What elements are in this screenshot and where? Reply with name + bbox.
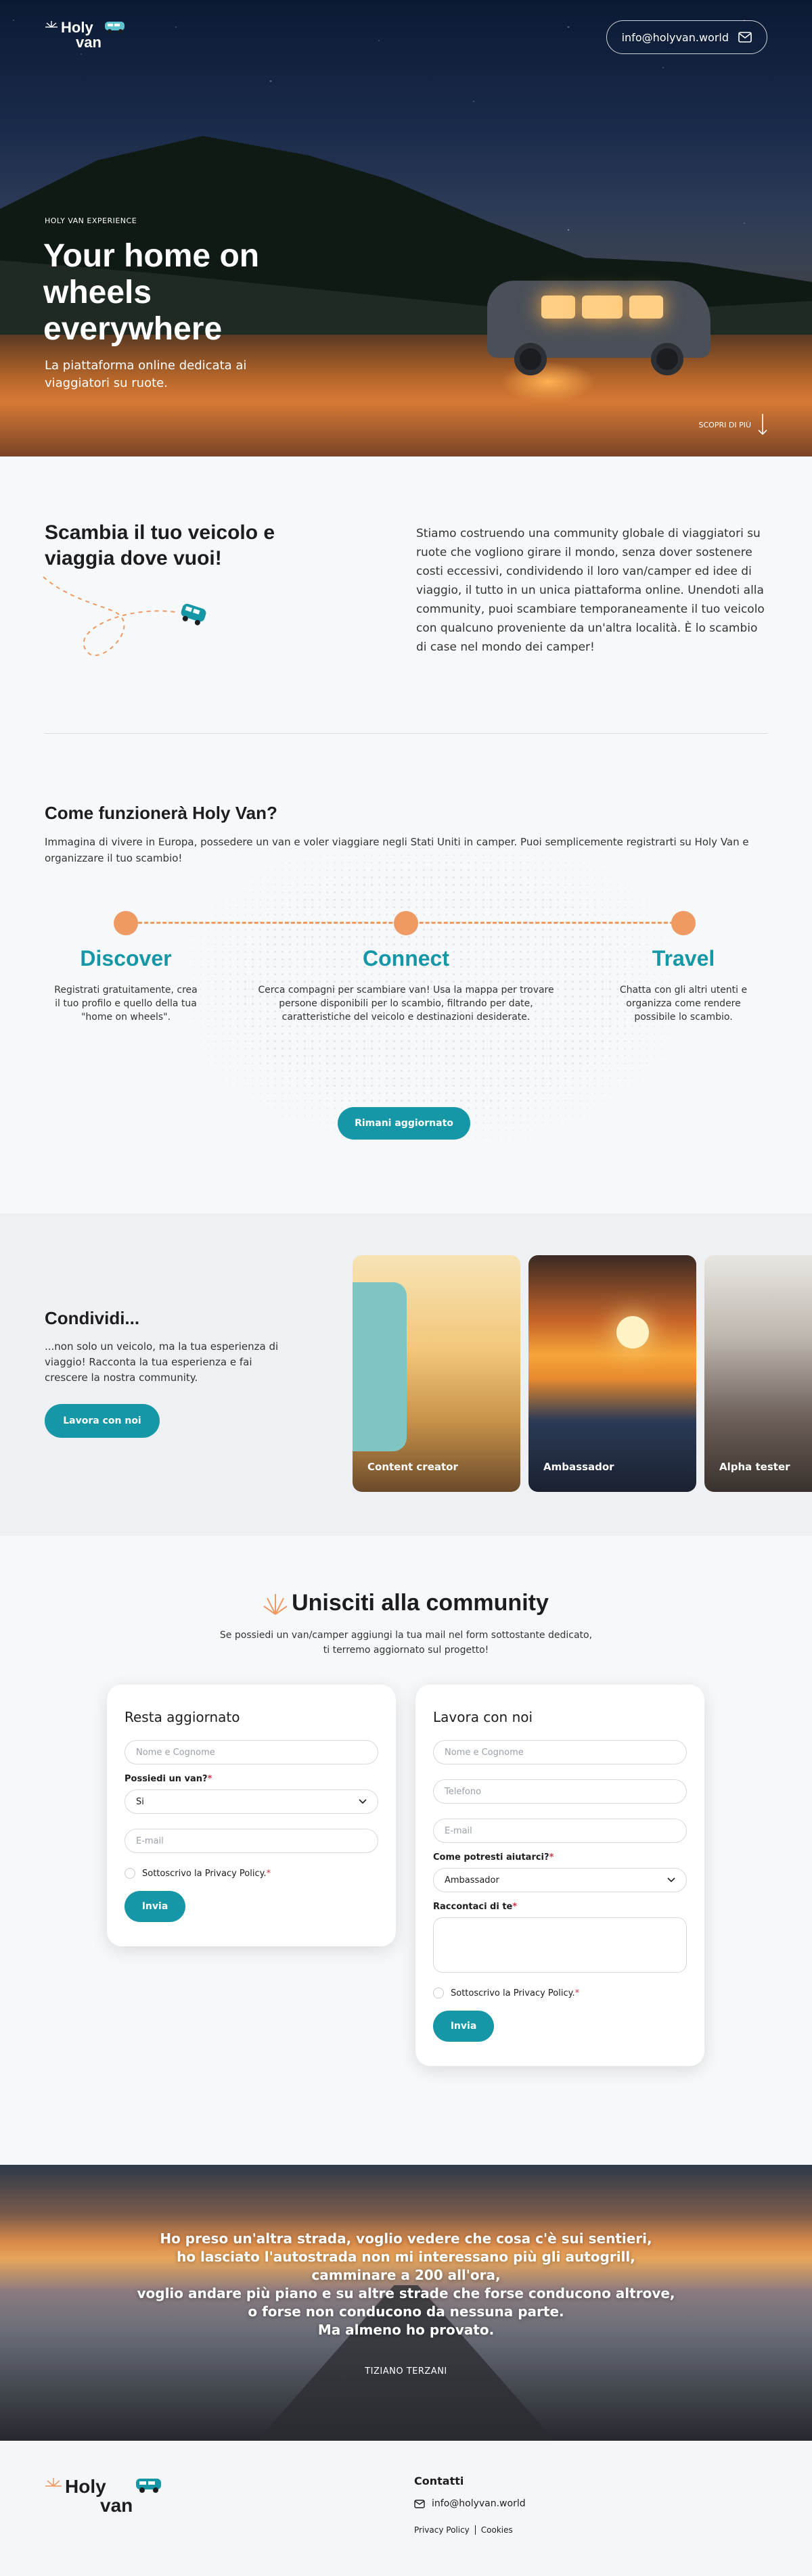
phone-input[interactable]: Telefono	[433, 1779, 687, 1804]
hero-title: Your home on wheels everywhere	[43, 238, 260, 347]
cookies-link[interactable]: Cookies	[481, 2525, 513, 2535]
email-input[interactable]: E-mail	[433, 1819, 687, 1843]
stay-updated-button[interactable]: Rimani aggiornato	[338, 1107, 470, 1140]
chevron-down-icon	[359, 1799, 367, 1804]
work-with-us-button[interactable]: Lavora con noi	[45, 1404, 160, 1438]
step-text: Registrati gratuitamente, crea il tuo pr…	[54, 985, 198, 1023]
dashed-route-illustration	[43, 576, 206, 656]
community-subtitle: Se possiedi un van/camper aggiungi la tu…	[219, 1629, 593, 1656]
hero-tagline: La piattaforma online dedicata ai viaggi…	[45, 358, 247, 390]
community-title: Unisciti alla community	[263, 1590, 549, 1616]
card-alpha-tester[interactable]: Alpha tester	[704, 1255, 812, 1492]
card-label: Alpha tester	[719, 1461, 790, 1473]
share-section: Condividi... ...non solo un veicolo, ma …	[0, 1213, 812, 1536]
email-input[interactable]: E-mail	[125, 1829, 378, 1853]
sunburst-icon	[45, 2478, 62, 2487]
exchange-body: Stiamo costruendo una community globale …	[416, 527, 765, 654]
logo-line2: van	[100, 2495, 133, 2516]
footer-email-link[interactable]: info@holyvan.world	[414, 2498, 526, 2509]
submit-button[interactable]: Invia	[125, 1891, 185, 1922]
van-icon	[104, 22, 125, 33]
how-section: Come funzionerà Holy Van? Immagina di vi…	[0, 749, 812, 1213]
card-label: Ambassador	[543, 1461, 614, 1473]
footer: Holy van Contatti info@holyvan.world Pri…	[0, 2441, 812, 2576]
hero-kicker: HOLY VAN EXPERIENCE	[45, 216, 137, 225]
work-with-us-form: Lavora con noi Nome e Cognome Telefono E…	[415, 1685, 704, 2066]
van-question-label: Possiedi un van?*	[125, 1774, 212, 1784]
section-divider	[45, 733, 767, 734]
step-dot	[394, 911, 418, 935]
help-question-label: Come potresti aiutarci?*	[433, 1852, 554, 1863]
chevron-down-icon	[667, 1877, 675, 1883]
logo-line2: van	[76, 34, 102, 51]
card-label: Content creator	[367, 1461, 458, 1473]
step-travel: Travel Chatta con gli altri utenti e org…	[582, 911, 785, 1024]
quote-section: Ho preso un'altra strada, voglio vedere …	[0, 2165, 812, 2441]
step-title: Travel	[652, 946, 715, 970]
about-label: Raccontaci di te*	[433, 1902, 518, 1912]
step-title: Connect	[363, 946, 449, 970]
privacy-policy-link[interactable]: Privacy Policy	[414, 2525, 470, 2535]
help-select[interactable]: Ambassador	[433, 1868, 687, 1892]
stay-updated-form: Resta aggiornato Nome e Cognome Possiedi…	[107, 1685, 396, 1946]
step-dot	[671, 911, 696, 935]
scroll-label: SCOPRI DI PIÙ	[698, 420, 751, 429]
step-text: Chatta con gli altri utenti e organizza …	[619, 985, 748, 1023]
about-textarea[interactable]	[433, 1917, 687, 1973]
share-body: ...non solo un veicolo, ma la tua esperi…	[45, 1340, 279, 1384]
footer-logo[interactable]: Holy van	[45, 2477, 162, 2515]
how-title: Come funzionerà Holy Van?	[45, 803, 277, 823]
footer-links: Privacy Policy Cookies	[414, 2525, 526, 2535]
card-ambassador[interactable]: Ambassador	[528, 1255, 696, 1492]
form-title: Resta aggiornato	[125, 1709, 240, 1725]
exchange-section: Scambia il tuo veicolo e viaggia dove vu…	[0, 456, 812, 749]
contact-title: Contatti	[414, 2475, 464, 2487]
exchange-title: Scambia il tuo veicolo e viaggia dove vu…	[45, 521, 275, 569]
sunburst-icon	[45, 21, 58, 28]
mail-icon	[414, 2499, 425, 2508]
submit-button[interactable]: Invia	[433, 2011, 494, 2042]
logo[interactable]: Holy van	[45, 20, 126, 50]
van-photo	[353, 1282, 407, 1451]
step-title: Discover	[80, 946, 172, 970]
van-icon	[136, 2479, 162, 2493]
arrow-down-icon	[758, 414, 767, 436]
step-dot	[114, 911, 138, 935]
scroll-down-link[interactable]: SCOPRI DI PIÙ	[699, 414, 767, 436]
mail-icon	[738, 32, 752, 43]
logo-line1: Holy	[65, 2476, 106, 2497]
step-text: Cerca compagni per scambiare van! Usa la…	[258, 985, 554, 1023]
name-input[interactable]: Nome e Cognome	[125, 1740, 378, 1764]
hero-van-image	[487, 281, 710, 375]
quote-text: Ho preso un'altra strada, voglio vedere …	[137, 2230, 675, 2338]
header-email-link[interactable]: info@holyvan.world	[606, 20, 767, 54]
quote-author: TIZIANO TERZANI	[365, 2366, 447, 2376]
privacy-checkbox[interactable]: Sottoscrivo la Privacy Policy.*	[125, 1868, 378, 1879]
card-content-creator[interactable]: Content creator	[353, 1255, 520, 1492]
privacy-checkbox[interactable]: Sottoscrivo la Privacy Policy.*	[433, 1988, 687, 1998]
step-discover: Discover Registrati gratuitamente, crea …	[24, 911, 227, 1024]
community-section: Unisciti alla community Se possiedi un v…	[0, 1536, 812, 2165]
form-title: Lavora con noi	[433, 1709, 533, 1725]
name-input[interactable]: Nome e Cognome	[433, 1740, 687, 1764]
sunburst-icon	[263, 1593, 288, 1615]
van-select[interactable]: Si	[125, 1789, 378, 1814]
how-intro: Immagina di vivere in Europa, possedere …	[45, 836, 749, 864]
sunset-photo	[616, 1316, 649, 1349]
share-title: Condividi...	[45, 1308, 140, 1328]
footer-contact: Contatti info@holyvan.world Privacy Poli…	[414, 2475, 526, 2535]
step-connect: Connect Cerca compagni per scambiare van…	[258, 911, 554, 1024]
hero-section: Holy van info@holyvan.world HOLY VAN EXP…	[0, 0, 812, 456]
header-email: info@holyvan.world	[621, 30, 729, 44]
